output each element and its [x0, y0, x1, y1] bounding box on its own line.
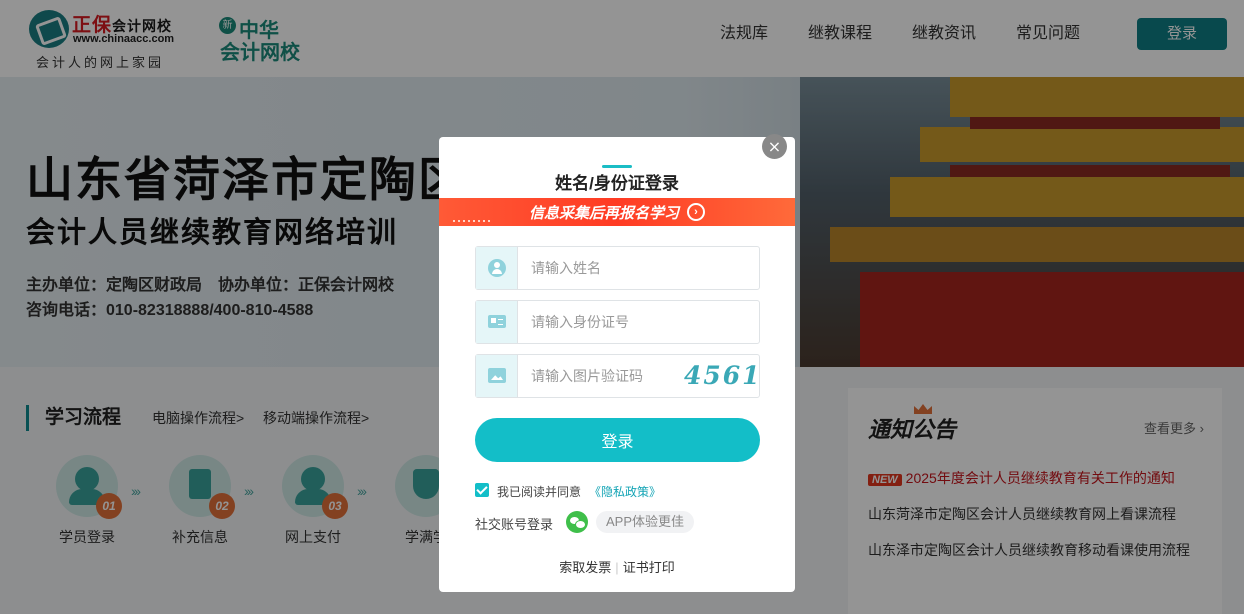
agree-text: 我已阅读并同意: [497, 485, 582, 499]
social-login-label: 社交账号登录: [475, 517, 554, 532]
modal-bottom-links: 索取发票 | 证书打印: [439, 557, 795, 576]
captcha-field: 4561: [475, 354, 760, 398]
user-icon: [488, 259, 506, 277]
wechat-icon[interactable]: [566, 511, 588, 533]
invoice-link[interactable]: 索取发票: [559, 560, 611, 575]
name-input[interactable]: [531, 258, 691, 278]
privacy-policy-link[interactable]: 《隐私政策》: [589, 483, 661, 500]
certificate-print-link[interactable]: 证书打印: [623, 560, 675, 575]
chevron-right-icon: ›: [687, 203, 705, 221]
captcha-image[interactable]: 4561: [684, 361, 760, 391]
title-underline: [602, 165, 632, 168]
id-field: [475, 300, 760, 344]
modal-title: 姓名/身份证登录: [555, 174, 679, 193]
image-icon: [488, 368, 506, 383]
close-icon[interactable]: ×: [762, 134, 787, 159]
info-collect-banner[interactable]: 信息采集后再报名学习 ›: [439, 198, 795, 226]
app-tag[interactable]: APP体验更佳: [596, 511, 695, 533]
login-modal: × 姓名/身份证登录 信息采集后再报名学习 › 4561 登录 我已阅读并同意 …: [439, 134, 795, 592]
id-card-icon: [488, 315, 506, 328]
captcha-input[interactable]: [531, 366, 691, 386]
link-separator: |: [615, 560, 619, 575]
promo-text: 信息采集后再报名学习: [529, 205, 680, 222]
checkbox-checked-icon[interactable]: [475, 483, 489, 497]
decorative-dots: [453, 220, 493, 222]
login-button[interactable]: 登录: [475, 418, 760, 462]
name-field: [475, 246, 760, 290]
id-number-input[interactable]: [531, 312, 691, 332]
